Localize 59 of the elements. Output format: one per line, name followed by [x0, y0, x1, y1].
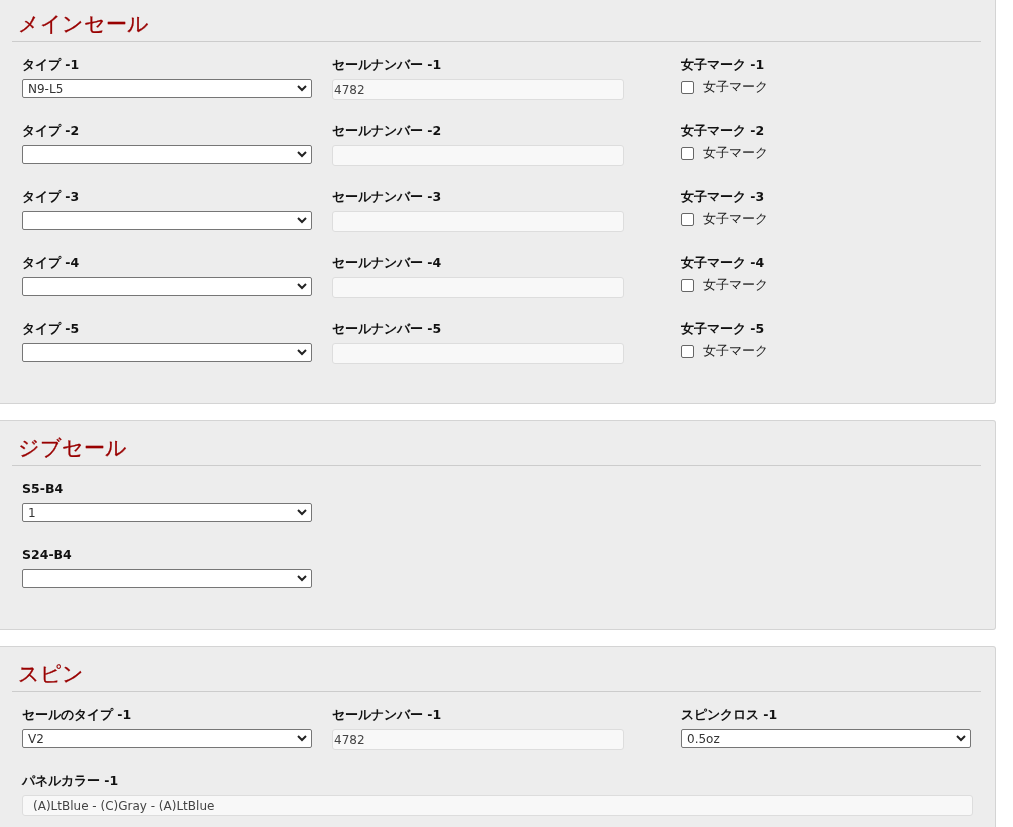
checkbox-label: 女子マーク [703, 276, 768, 294]
dropdown-select[interactable] [22, 569, 312, 588]
chevron-icon [297, 85, 307, 92]
input-field[interactable]: (A)LtBlue - (C)Gray - (A)LtBlue [22, 795, 973, 816]
field-label: セールナンバー -5 [332, 321, 443, 337]
chevron-icon [297, 509, 307, 516]
chevron-icon [956, 735, 966, 742]
field-label: タイプ -1 [22, 57, 81, 73]
section-title: スピン [17, 661, 85, 688]
chevron-icon [297, 283, 307, 290]
input-field[interactable] [332, 277, 624, 298]
input-field[interactable] [332, 343, 624, 364]
field-label: 女子マーク -3 [681, 189, 766, 205]
checkbox[interactable] [681, 80, 694, 94]
chevron-icon [297, 735, 307, 742]
dropdown-select[interactable] [22, 145, 312, 164]
chevron-icon [297, 575, 307, 582]
input-field[interactable] [332, 145, 624, 166]
checkbox-label: 女子マーク [703, 210, 768, 228]
field-label: タイプ -4 [22, 255, 81, 271]
field-label: 女子マーク -5 [681, 321, 766, 337]
dropdown-select[interactable] [22, 343, 312, 362]
checkbox[interactable] [681, 344, 694, 358]
dropdown-select[interactable]: 0.5oz [681, 729, 971, 748]
checkbox[interactable] [681, 278, 694, 292]
field-label: タイプ -5 [22, 321, 81, 337]
field-label: セールナンバー -2 [332, 123, 443, 139]
dropdown-select[interactable] [22, 277, 312, 296]
dropdown-select[interactable]: N9-L5 [22, 79, 312, 98]
dropdown-select[interactable] [22, 211, 312, 230]
checkbox-label: 女子マーク [703, 342, 768, 360]
checkbox-label: 女子マーク [703, 78, 768, 96]
checkbox[interactable] [681, 212, 694, 226]
field-label: セールナンバー -3 [332, 189, 443, 205]
input-field[interactable]: 4782 [332, 79, 624, 100]
field-label: 女子マーク -1 [681, 57, 766, 73]
field-label: スピンクロス -1 [681, 707, 779, 723]
field-label: セールのタイプ -1 [22, 707, 133, 723]
field-label: セールナンバー -1 [332, 707, 443, 723]
chevron-icon [297, 217, 307, 224]
field-label: セールナンバー -4 [332, 255, 443, 271]
field-label: セールナンバー -1 [332, 57, 443, 73]
field-label: タイプ -3 [22, 189, 81, 205]
section-title: ジブセール [17, 435, 128, 462]
checkbox-label: 女子マーク [703, 144, 768, 162]
chevron-icon [297, 151, 307, 158]
field-label: パネルカラー -1 [22, 773, 120, 789]
field-label: 女子マーク -2 [681, 123, 766, 139]
field-label: S5-B4 [22, 481, 65, 497]
field-label: S24-B4 [22, 547, 73, 563]
chevron-icon [297, 349, 307, 356]
dropdown-select[interactable]: V2 [22, 729, 312, 748]
field-label: タイプ -2 [22, 123, 81, 139]
field-label: 女子マーク -4 [681, 255, 766, 271]
dropdown-select[interactable]: 1 [22, 503, 312, 522]
checkbox[interactable] [681, 146, 694, 160]
input-field[interactable]: 4782 [332, 729, 624, 750]
input-field[interactable] [332, 211, 624, 232]
section-title: メインセール [17, 11, 150, 38]
